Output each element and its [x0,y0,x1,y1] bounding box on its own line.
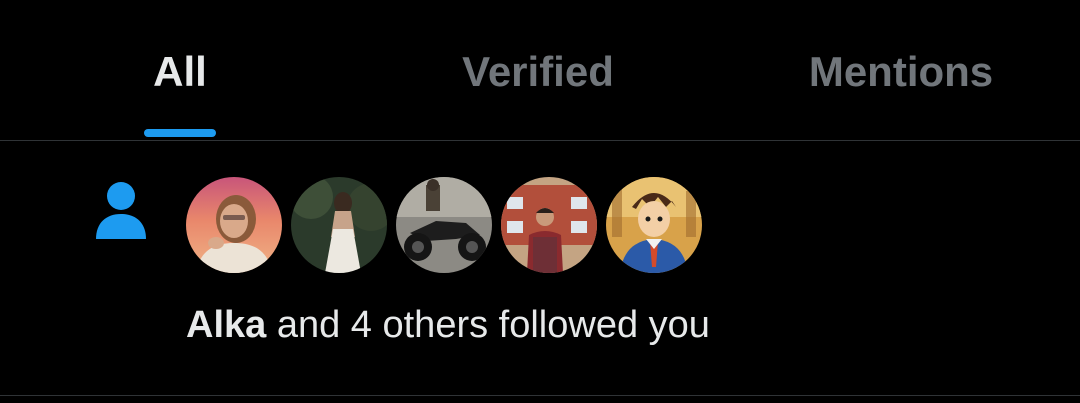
avatar-follower-2[interactable] [291,177,387,273]
active-tab-indicator [144,129,216,137]
follow-notification[interactable]: Alka and 4 others followed you [0,141,1080,396]
avatar-follower-4[interactable] [501,177,597,273]
tab-mentions[interactable]: Mentions [720,0,1080,140]
avatar-follower-3[interactable] [396,177,492,273]
notifications-screen: All Verified Mentions Alka and 4 others … [0,0,1080,403]
tab-verified[interactable]: Verified [360,0,720,140]
message-text: and 4 others followed you [266,304,710,346]
tab-all[interactable]: All [0,0,360,140]
avatar-follower-5[interactable] [606,177,702,273]
person-icon [94,181,148,241]
tab-all-label: All [153,48,207,95]
actor-name[interactable]: Alka [186,304,266,346]
tab-mentions-label: Mentions [808,48,994,95]
notification-message: Alka and 4 others followed you [186,301,710,349]
notification-tabs: All Verified Mentions [0,0,1080,141]
avatar-group [186,177,702,273]
avatar-alka[interactable] [186,177,282,273]
tab-verified-label: Verified [462,48,614,95]
